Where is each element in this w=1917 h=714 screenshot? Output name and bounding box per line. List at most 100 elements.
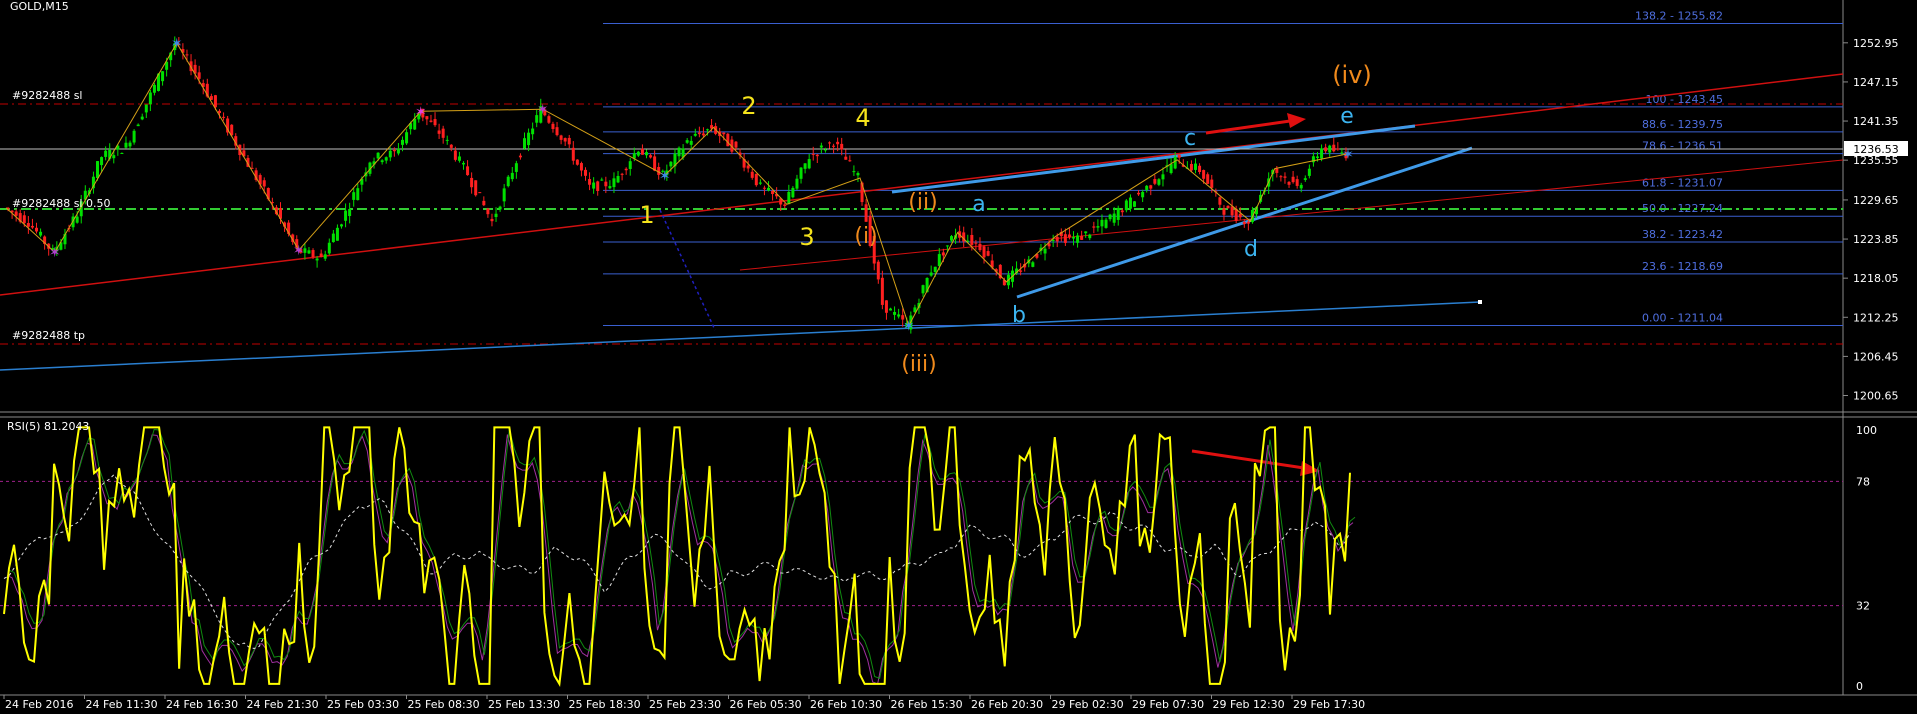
- candle-body: [474, 180, 478, 196]
- wave-label-3: 3: [799, 223, 814, 251]
- price-tick-label: 1212.25: [1853, 311, 1899, 324]
- time-tick-label: 25 Feb 03:30: [327, 698, 399, 710]
- candle-body: [514, 163, 518, 172]
- candle-body: [462, 162, 465, 165]
- current-price-label: 1236.53: [1853, 143, 1899, 156]
- candle-body: [340, 224, 343, 227]
- candle-body: [457, 156, 461, 161]
- candle-body: [1210, 179, 1214, 188]
- candle-body: [315, 258, 319, 261]
- candle-body: [1104, 219, 1108, 228]
- candle-body: [1092, 226, 1096, 228]
- candle-body: [331, 233, 335, 243]
- candle-body: [213, 95, 217, 108]
- fib-level-label: 138.2 - 1255.82: [1635, 9, 1723, 22]
- candle-body: [523, 138, 526, 149]
- swing-marker-icon: ✶: [293, 243, 305, 259]
- candle-body: [1080, 236, 1084, 240]
- price-tick-label: 1223.85: [1853, 233, 1899, 246]
- wave-label-iv: (iv): [1332, 61, 1372, 89]
- time-tick-label: 25 Feb 18:30: [569, 698, 641, 710]
- rsi-title: RSI(5) 81.2043: [7, 420, 89, 433]
- candle-body: [823, 149, 827, 151]
- candle-body: [689, 140, 693, 145]
- candle-body: [945, 245, 949, 247]
- candle-body: [35, 227, 38, 232]
- candle-body: [1287, 181, 1291, 185]
- candle-body: [1141, 191, 1145, 198]
- candle-body: [1076, 235, 1080, 243]
- candle-body: [897, 314, 901, 317]
- candle-body: [327, 242, 331, 254]
- candle-body: [392, 149, 396, 152]
- rsi-tick-label: 32: [1856, 600, 1870, 613]
- candle-body: [1128, 197, 1132, 209]
- candle-body: [1112, 213, 1116, 223]
- candle-body: [649, 155, 653, 158]
- candle-body: [124, 142, 128, 148]
- candle-body: [1149, 185, 1153, 189]
- candle-body: [555, 127, 559, 136]
- candle-body: [527, 132, 531, 146]
- candle-body: [1169, 164, 1173, 174]
- time-tick-label: 26 Feb 05:30: [730, 698, 802, 710]
- candle-body: [1283, 176, 1287, 178]
- candle-body: [746, 165, 750, 169]
- candle-body: [571, 147, 575, 161]
- candle-body: [1153, 179, 1157, 184]
- time-tick-label: 25 Feb 13:30: [488, 698, 560, 710]
- candle-body: [498, 206, 502, 210]
- candle-body: [1133, 201, 1136, 207]
- candle-body: [884, 300, 888, 313]
- candle-body: [1100, 219, 1104, 227]
- chart-canvas: 138.2 - 1255.82100 - 1243.4588.6 - 1239.…: [0, 0, 1917, 711]
- time-tick-label: 29 Feb 17:30: [1293, 698, 1365, 710]
- rsi-tick-label: 100: [1856, 424, 1877, 437]
- candle-body: [1084, 231, 1088, 234]
- candle-body: [1108, 214, 1112, 220]
- candle-body: [449, 144, 453, 148]
- candle-body: [466, 166, 470, 176]
- wave-label-2: 2: [741, 92, 756, 120]
- candle-body: [1096, 226, 1100, 228]
- time-tick-label: 25 Feb 08:30: [408, 698, 480, 710]
- candle-body: [1198, 165, 1202, 173]
- candle-body: [506, 176, 510, 187]
- candle-body: [559, 135, 563, 140]
- candle-body: [1307, 168, 1311, 176]
- wave-label-iii: (iii): [901, 352, 937, 377]
- wave-label-b: b: [1012, 303, 1026, 328]
- time-tick-label: 26 Feb 15:30: [891, 698, 963, 710]
- candle-body: [933, 266, 937, 272]
- candle-body: [986, 251, 990, 256]
- candle-body: [616, 175, 620, 183]
- candle-body: [828, 142, 831, 144]
- wave-label-c: c: [1184, 126, 1196, 151]
- candle-body: [144, 104, 148, 113]
- candle-body: [1063, 234, 1067, 243]
- trendline-handle[interactable]: [1478, 300, 1482, 304]
- candle-body: [75, 216, 79, 223]
- candle-body: [596, 181, 600, 192]
- candle-body: [852, 171, 856, 173]
- candle-body: [502, 188, 506, 202]
- candle-body: [437, 130, 441, 134]
- candle-body: [701, 133, 705, 136]
- candle-body: [929, 272, 933, 276]
- wave-label-4: 4: [855, 104, 870, 132]
- candle-body: [1295, 179, 1299, 186]
- candle-body: [937, 254, 941, 267]
- candle-body: [567, 137, 571, 145]
- candle-body: [608, 186, 612, 189]
- swing-marker-icon: ✶: [1342, 147, 1354, 163]
- candle-body: [531, 128, 535, 135]
- candle-body: [628, 161, 632, 169]
- candle-body: [1088, 234, 1092, 239]
- candle-body: [445, 139, 449, 141]
- candle-body: [880, 277, 884, 305]
- price-tick-label: 1229.65: [1853, 194, 1899, 207]
- fib-level-label: 78.6 - 1236.51: [1642, 140, 1723, 153]
- price-tick-label: 1247.15: [1853, 76, 1899, 89]
- time-tick-label: 25 Feb 23:30: [649, 698, 721, 710]
- candle-body: [974, 242, 978, 244]
